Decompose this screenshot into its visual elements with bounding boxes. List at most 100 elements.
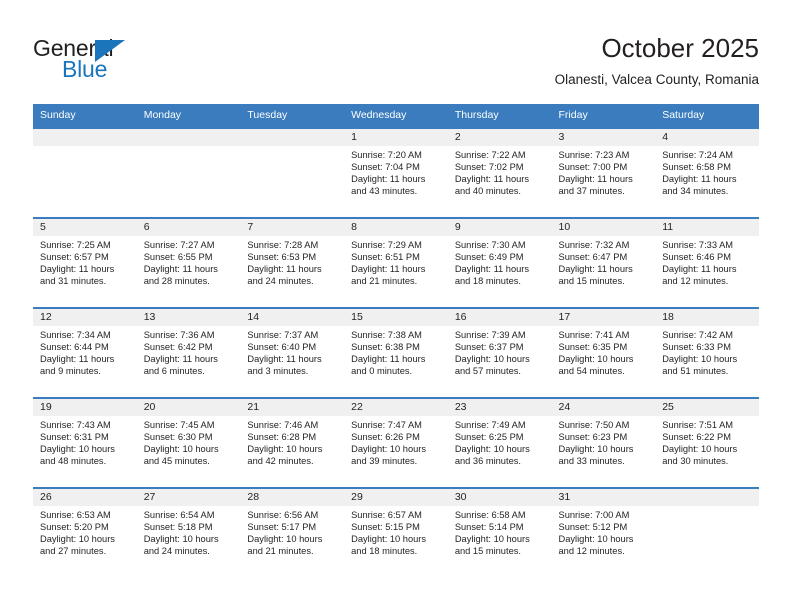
calendar-cell-inner <box>240 129 345 217</box>
calendar-cell-inner: 6 Sunrise: 7:27 AM Sunset: 6:55 PM Daylight… <box>136 219 241 307</box>
calendar-cell-inner: 28 Sunrise: 6:56 AM Sunset: 5:17 PM Dayligh… <box>240 489 345 577</box>
calendar-cell-day-4[interactable]: 4 Sunrise: 7:24 AM Sunset: 6:58 PM Daylight… <box>655 127 759 218</box>
daylight-text-line1: Daylight: 10 hours <box>143 534 219 545</box>
calendar-cell-day-15[interactable]: 15 Sunrise: 7:38 AM Sunset: 6:38 PM Dayligh… <box>344 307 448 398</box>
day-number: 16 <box>447 309 552 326</box>
calendar-cell-day-16[interactable]: 16 Sunrise: 7:39 AM Sunset: 6:37 PM Dayligh… <box>447 307 552 398</box>
sunrise-text: Sunrise: 7:20 AM <box>351 150 422 160</box>
sunrise-text: Sunrise: 6:54 AM <box>143 510 215 520</box>
sun-times: Sunrise: 7:33 AM Sunset: 6:46 PM Daylight:… <box>655 236 759 287</box>
calendar-cell-day-19[interactable]: 19 Sunrise: 7:43 AM Sunset: 6:31 PM Dayligh… <box>33 397 137 488</box>
sunrise-text: Sunrise: 7:43 AM <box>40 420 111 430</box>
sunset-text: Sunset: 6:30 PM <box>143 432 213 443</box>
calendar-cell-inner: 13 Sunrise: 7:36 AM Sunset: 6:42 PM Dayligh… <box>136 309 241 397</box>
day-number: 1 <box>344 129 448 146</box>
sunset-text: Sunset: 6:23 PM <box>558 432 628 443</box>
sunrise-text: Sunrise: 7:37 AM <box>247 330 319 340</box>
sun-times: Sunrise: 7:23 AM Sunset: 7:00 PM Daylight:… <box>552 146 656 197</box>
sunset-text: Sunset: 6:53 PM <box>247 252 317 263</box>
calendar-cell-day-21[interactable]: 21 Sunrise: 7:46 AM Sunset: 6:28 PM Dayligh… <box>240 397 345 488</box>
calendar-cell-day-24[interactable]: 24 Sunrise: 7:50 AM Sunset: 6:23 PM Dayligh… <box>551 397 656 488</box>
daylight-text-line2: and 42 minutes. <box>247 456 314 467</box>
sun-times: Sunrise: 7:24 AM Sunset: 6:58 PM Daylight:… <box>655 146 759 197</box>
sun-times: Sunrise: 7:51 AM Sunset: 6:22 PM Daylight:… <box>655 416 759 467</box>
calendar-cell-day-6[interactable]: 6 Sunrise: 7:27 AM Sunset: 6:55 PM Daylight… <box>136 217 241 308</box>
sunset-text: Sunset: 6:57 PM <box>40 252 109 263</box>
daylight-text-line1: Daylight: 11 hours <box>247 264 322 275</box>
calendar-cell-day-30[interactable]: 30 Sunrise: 6:58 AM Sunset: 5:14 PM Dayligh… <box>447 487 552 577</box>
page-subtitle: Olanesti, Valcea County, Romania <box>554 72 759 87</box>
weekday-header-friday: Friday <box>551 104 656 128</box>
day-number: 6 <box>136 219 241 236</box>
calendar-cell-day-12[interactable]: 12 Sunrise: 7:34 AM Sunset: 6:44 PM Dayligh… <box>33 307 137 398</box>
calendar-cell-day-11[interactable]: 11 Sunrise: 7:33 AM Sunset: 6:46 PM Dayligh… <box>655 217 759 308</box>
calendar-cell-day-29[interactable]: 29 Sunrise: 6:57 AM Sunset: 5:15 PM Dayligh… <box>344 487 448 577</box>
calendar-cell-day-23[interactable]: 23 Sunrise: 7:49 AM Sunset: 6:25 PM Dayligh… <box>447 397 552 488</box>
weekday-header-wednesday: Wednesday <box>344 104 448 128</box>
sun-times: Sunrise: 7:27 AM Sunset: 6:55 PM Daylight:… <box>137 236 241 287</box>
sunrise-text: Sunrise: 7:47 AM <box>351 420 422 430</box>
calendar-cell-day-2[interactable]: 2 Sunrise: 7:22 AM Sunset: 7:02 PM Daylight… <box>447 127 552 218</box>
calendar-cell-empty <box>240 127 345 218</box>
calendar-cell-inner: 21 Sunrise: 7:46 AM Sunset: 6:28 PM Dayligh… <box>240 399 345 487</box>
calendar-cell-day-7[interactable]: 7 Sunrise: 7:28 AM Sunset: 6:53 PM Daylight… <box>240 217 345 308</box>
daylight-text-line2: and 40 minutes. <box>454 186 521 197</box>
sun-times: Sunrise: 7:39 AM Sunset: 6:37 PM Daylight:… <box>448 326 552 377</box>
calendar-cell-day-3[interactable]: 3 Sunrise: 7:23 AM Sunset: 7:00 PM Daylight… <box>551 127 656 218</box>
calendar-cell-day-1[interactable]: 1 Sunrise: 7:20 AM Sunset: 7:04 PM Daylight… <box>344 127 448 218</box>
day-number: 2 <box>447 129 552 146</box>
daylight-text-line2: and 48 minutes. <box>40 456 107 467</box>
calendar-cell-day-14[interactable]: 14 Sunrise: 7:37 AM Sunset: 6:40 PM Dayligh… <box>240 307 345 398</box>
sunset-text: Sunset: 6:44 PM <box>40 342 109 353</box>
calendar-cell-day-9[interactable]: 9 Sunrise: 7:30 AM Sunset: 6:49 PM Daylight… <box>447 217 552 308</box>
sunrise-text: Sunrise: 7:38 AM <box>351 330 422 340</box>
daylight-text-line2: and 39 minutes. <box>351 456 418 467</box>
sunset-text: Sunset: 6:38 PM <box>351 342 420 353</box>
calendar-cell-day-18[interactable]: 18 Sunrise: 7:42 AM Sunset: 6:33 PM Dayligh… <box>655 307 759 398</box>
day-number <box>33 129 137 146</box>
sunset-text: Sunset: 5:20 PM <box>40 522 109 533</box>
daylight-text-line2: and 18 minutes. <box>454 276 521 287</box>
sun-times: Sunrise: 7:50 AM Sunset: 6:23 PM Daylight:… <box>552 416 656 467</box>
calendar-cell-day-27[interactable]: 27 Sunrise: 6:54 AM Sunset: 5:18 PM Dayligh… <box>136 487 241 577</box>
sunset-text: Sunset: 6:55 PM <box>143 252 213 263</box>
calendar-cell-inner: 15 Sunrise: 7:38 AM Sunset: 6:38 PM Dayligh… <box>344 309 448 397</box>
sun-times: Sunrise: 7:20 AM Sunset: 7:04 PM Daylight:… <box>344 146 448 197</box>
calendar-cell-day-22[interactable]: 22 Sunrise: 7:47 AM Sunset: 6:26 PM Dayligh… <box>344 397 448 488</box>
daylight-text-line2: and 6 minutes. <box>143 366 205 377</box>
daylight-text-line2: and 21 minutes. <box>351 276 418 287</box>
calendar-cell-day-10[interactable]: 10 Sunrise: 7:32 AM Sunset: 6:47 PM Dayligh… <box>551 217 656 308</box>
calendar-cell-day-5[interactable]: 5 Sunrise: 7:25 AM Sunset: 6:57 PM Daylight… <box>33 217 137 308</box>
daylight-text-line2: and 24 minutes. <box>143 546 210 557</box>
calendar-cell-day-8[interactable]: 8 Sunrise: 7:29 AM Sunset: 6:51 PM Daylight… <box>344 217 448 308</box>
calendar-cell-day-13[interactable]: 13 Sunrise: 7:36 AM Sunset: 6:42 PM Dayligh… <box>136 307 241 398</box>
sunrise-text: Sunrise: 7:36 AM <box>143 330 215 340</box>
day-number: 29 <box>344 489 448 506</box>
weekday-header-saturday: Saturday <box>655 104 759 128</box>
calendar-cell-day-28[interactable]: 28 Sunrise: 6:56 AM Sunset: 5:17 PM Dayligh… <box>240 487 345 577</box>
daylight-text-line2: and 27 minutes. <box>40 546 107 557</box>
daylight-text-line2: and 24 minutes. <box>247 276 314 287</box>
sunrise-text: Sunrise: 7:29 AM <box>351 240 422 250</box>
calendar-cell-day-26[interactable]: 26 Sunrise: 6:53 AM Sunset: 5:20 PM Dayligh… <box>33 487 137 577</box>
calendar-cell-day-31[interactable]: 31 Sunrise: 7:00 AM Sunset: 5:12 PM Dayligh… <box>551 487 656 577</box>
day-number: 18 <box>655 309 759 326</box>
calendar-cell-day-25[interactable]: 25 Sunrise: 7:51 AM Sunset: 6:22 PM Dayligh… <box>655 397 759 488</box>
calendar-cell-day-20[interactable]: 20 Sunrise: 7:45 AM Sunset: 6:30 PM Dayligh… <box>136 397 241 488</box>
calendar-cell-inner: 20 Sunrise: 7:45 AM Sunset: 6:30 PM Dayligh… <box>136 399 241 487</box>
calendar-cell-inner: 23 Sunrise: 7:49 AM Sunset: 6:25 PM Dayligh… <box>447 399 552 487</box>
sun-times: Sunrise: 7:29 AM Sunset: 6:51 PM Daylight:… <box>344 236 448 287</box>
calendar-cell-inner: 8 Sunrise: 7:29 AM Sunset: 6:51 PM Daylight… <box>344 219 448 307</box>
daylight-text-line2: and 9 minutes. <box>40 366 101 377</box>
sunset-text: Sunset: 5:15 PM <box>351 522 420 533</box>
day-number: 7 <box>240 219 345 236</box>
calendar-cell-day-17[interactable]: 17 Sunrise: 7:41 AM Sunset: 6:35 PM Dayligh… <box>551 307 656 398</box>
sunrise-text: Sunrise: 7:24 AM <box>662 150 734 160</box>
sunrise-text: Sunrise: 7:00 AM <box>558 510 630 520</box>
sunrise-text: Sunrise: 7:51 AM <box>662 420 734 430</box>
sunrise-text: Sunrise: 6:53 AM <box>40 510 111 520</box>
general-blue-logo[interactable]: General Blue <box>33 36 213 82</box>
sunset-text: Sunset: 6:42 PM <box>143 342 213 353</box>
day-number: 20 <box>136 399 241 416</box>
sunrise-text: Sunrise: 7:45 AM <box>143 420 215 430</box>
